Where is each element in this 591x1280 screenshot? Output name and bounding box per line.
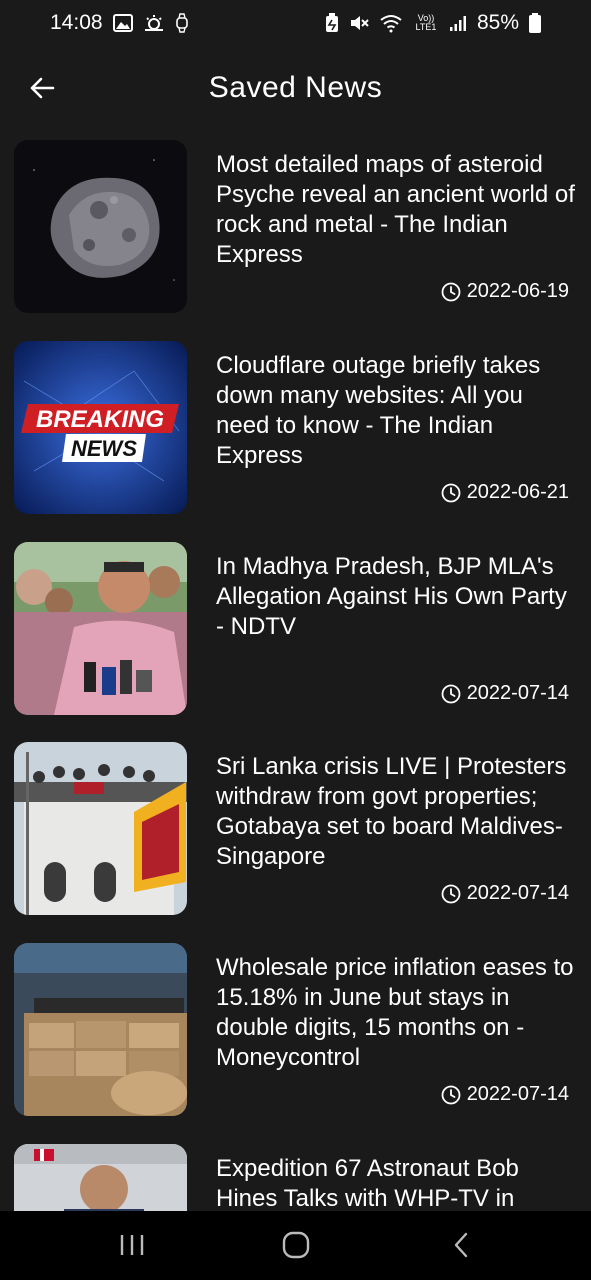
news-date-row: 2022-06-19 (441, 280, 569, 303)
news-item[interactable]: BREAKING NEWS Cloudflare outage briefly … (0, 341, 591, 514)
news-date: 2022-06-21 (466, 481, 569, 503)
signal-icon (449, 14, 467, 32)
news-thumbnail (14, 542, 187, 715)
news-date: 2022-06-19 (466, 280, 569, 302)
news-item[interactable]: Wholesale price inflation eases to 15.18… (0, 943, 591, 1116)
news-item[interactable]: Most detailed maps of asteroid Psyche re… (0, 140, 591, 313)
news-title: Sri Lanka crisis LIVE | Protesters withd… (216, 753, 567, 870)
arrow-left-icon (30, 77, 55, 99)
recents-icon (120, 1235, 144, 1255)
clock-icon (441, 282, 461, 301)
nav-back-button[interactable] (432, 1225, 492, 1265)
app-bar: Saved News (0, 46, 591, 130)
mute-icon (349, 13, 369, 33)
news-title: Wholesale price inflation eases to 15.18… (216, 954, 574, 1071)
battery-saver-icon (325, 13, 339, 33)
volte-label: Vo)) LTE1 (415, 13, 437, 32)
wifi-icon (379, 13, 403, 33)
news-thumbnail (14, 742, 187, 915)
clock: 14:08 (50, 11, 103, 34)
news-text: NEWS (71, 436, 137, 461)
clock-icon (441, 1085, 461, 1104)
status-bar: 14:08 Vo)) LTE1 85% (0, 0, 591, 46)
news-title: In Madhya Pradesh, BJP MLA's Allegation … (216, 553, 567, 640)
home-button[interactable] (266, 1225, 326, 1265)
weather-icon (143, 14, 165, 32)
status-bar-right: Vo)) LTE1 85% (325, 11, 541, 35)
news-thumbnail (14, 943, 187, 1116)
clock-icon (441, 483, 461, 502)
page-title: Saved News (208, 71, 383, 104)
news-title: Expedition 67 Astronaut Bob Hines Talks … (216, 1155, 519, 1211)
news-date-row: 2022-07-14 (441, 882, 569, 905)
battery-icon (529, 13, 541, 33)
news-thumbnail (14, 1144, 187, 1211)
news-item[interactable]: In Madhya Pradesh, BJP MLA's Allegation … (0, 542, 591, 715)
news-title: Cloudflare outage briefly takes down man… (216, 352, 541, 469)
news-thumbnail: BREAKING NEWS (14, 341, 187, 514)
gallery-icon (112, 14, 133, 32)
news-date-row: 2022-07-14 (441, 1083, 569, 1106)
watch-icon (175, 13, 189, 33)
volte-icon: Vo)) LTE1 (413, 14, 439, 32)
news-date: 2022-07-14 (466, 682, 569, 704)
news-item[interactable]: Sri Lanka crisis LIVE | Protesters withd… (0, 742, 591, 915)
news-date: 2022-07-14 (466, 1083, 569, 1105)
back-button[interactable] (22, 68, 62, 108)
back-chevron-icon (454, 1232, 468, 1258)
news-date-row: 2022-07-14 (441, 682, 569, 705)
battery-percent: 85% (476, 11, 519, 34)
news-list[interactable]: Most detailed maps of asteroid Psyche re… (0, 140, 591, 1211)
clock-icon (441, 884, 461, 903)
news-thumbnail (14, 140, 187, 313)
home-icon (282, 1231, 310, 1259)
system-nav-bar (0, 1211, 591, 1280)
clock-icon (441, 684, 461, 703)
news-item[interactable]: Expedition 67 Astronaut Bob Hines Talks … (0, 1144, 591, 1211)
news-date: 2022-07-14 (466, 882, 569, 904)
news-title: Most detailed maps of asteroid Psyche re… (216, 151, 575, 268)
status-bar-left: 14:08 (50, 11, 189, 35)
breaking-text: BREAKING (36, 406, 164, 433)
news-date-row: 2022-06-21 (441, 481, 569, 504)
recents-button[interactable] (102, 1225, 162, 1265)
